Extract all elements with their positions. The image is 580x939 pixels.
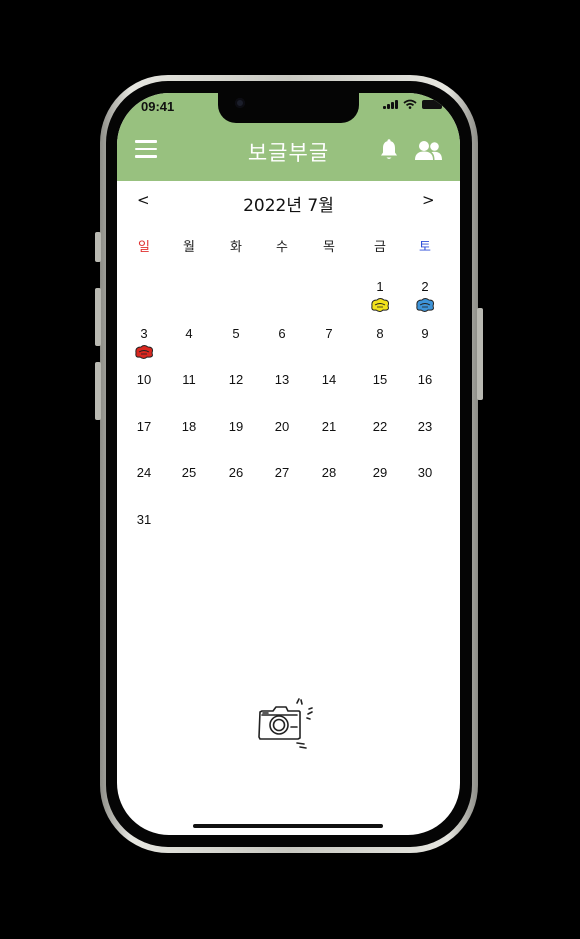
calendar-day[interactable]: 8	[365, 326, 395, 341]
weekday-label: 수	[276, 240, 288, 255]
phone-screen: 09:41 보글부글 < 2022년 7월 > 일 월 화 수 목 금 토 1 …	[117, 93, 460, 835]
calendar-day[interactable]: 23	[410, 419, 440, 434]
calendar-day[interactable]: 20	[267, 419, 297, 434]
weekday-label: 월	[183, 240, 195, 255]
calendar-day[interactable]: 24	[129, 465, 159, 480]
calendar-day[interactable]: 2	[410, 279, 440, 294]
calendar-day[interactable]: 30	[410, 465, 440, 480]
home-indicator	[193, 824, 383, 828]
calendar-day[interactable]: 26	[221, 465, 251, 480]
volume-up-button	[95, 288, 101, 346]
silent-switch	[95, 232, 101, 262]
weekday-label: 토	[419, 240, 431, 255]
weekday-label: 금	[374, 240, 386, 255]
calendar-day[interactable]: 11	[174, 372, 204, 387]
volume-down-button	[95, 362, 101, 420]
people-icon[interactable]	[414, 140, 443, 162]
calendar-day[interactable]: 15	[365, 372, 395, 387]
calendar-day[interactable]: 3	[129, 326, 159, 341]
calendar-day[interactable]: 25	[174, 465, 204, 480]
calendar-day[interactable]: 17	[129, 419, 159, 434]
app-title: 보글부글	[247, 141, 330, 165]
calendar-day[interactable]: 6	[267, 326, 297, 341]
status-time: 09:41	[141, 99, 175, 114]
calendar-day[interactable]: 16	[410, 372, 440, 387]
calendar-day[interactable]: 4	[174, 326, 204, 341]
calendar-day[interactable]: 10	[129, 372, 159, 387]
weekday-label: 화	[230, 240, 242, 255]
front-camera	[235, 98, 245, 108]
calendar-day[interactable]: 19	[221, 419, 251, 434]
calendar-day[interactable]: 29	[365, 465, 395, 480]
weekday-label: 목	[323, 240, 335, 255]
calendar-day[interactable]: 1	[365, 279, 395, 294]
calendar-day[interactable]: 21	[314, 419, 344, 434]
weekday-label: 일	[138, 240, 150, 255]
mood-sticker	[371, 298, 389, 312]
calendar-day[interactable]: 27	[267, 465, 297, 480]
calendar-day[interactable]: 31	[129, 512, 159, 527]
status-icons	[383, 99, 445, 109]
bell-icon[interactable]	[379, 139, 399, 161]
calendar-day[interactable]: 14	[314, 372, 344, 387]
month-navigation: < 2022년 7월 >	[117, 191, 460, 217]
wifi-icon	[403, 99, 417, 109]
next-month-button[interactable]: >	[422, 191, 435, 209]
calendar-day[interactable]: 12	[221, 372, 251, 387]
app-header: 09:41 보글부글	[117, 93, 460, 181]
calendar-day[interactable]: 5	[221, 326, 251, 341]
power-button	[477, 308, 483, 400]
mood-sticker	[416, 298, 434, 312]
camera-icon[interactable]	[257, 697, 319, 751]
battery-icon	[422, 99, 445, 109]
calendar-day[interactable]: 28	[314, 465, 344, 480]
calendar-day[interactable]: 13	[267, 372, 297, 387]
calendar-day[interactable]: 22	[365, 419, 395, 434]
mood-sticker	[135, 345, 153, 359]
calendar-day[interactable]: 18	[174, 419, 204, 434]
month-title: 2022년 7월	[243, 196, 334, 216]
signal-icon	[383, 99, 398, 109]
calendar-day[interactable]: 9	[410, 326, 440, 341]
calendar-day[interactable]: 7	[314, 326, 344, 341]
